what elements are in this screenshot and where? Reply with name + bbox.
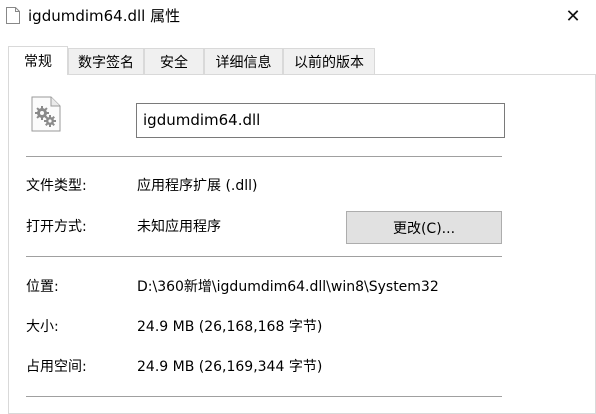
location-value: D:\360新增\igdumdim64.dll\win8\System32 <box>137 279 439 295</box>
tab-previous-versions[interactable]: 以前的版本 <box>283 48 375 74</box>
separator <box>26 396 502 397</box>
tab-security[interactable]: 安全 <box>144 48 204 74</box>
tab-general[interactable]: 常规 <box>8 46 68 75</box>
opens-with-value: 未知应用程序 <box>137 219 221 235</box>
tab-digital-signatures[interactable]: 数字签名 <box>68 48 144 74</box>
file-type-label: 文件类型: <box>26 178 87 194</box>
close-button[interactable]: ✕ <box>550 0 596 32</box>
size-value: 24.9 MB (26,168,168 字节) <box>137 319 323 335</box>
file-type-value: 应用程序扩展 (.dll) <box>137 178 258 194</box>
size-label: 大小: <box>26 319 59 335</box>
opens-with-label: 打开方式: <box>26 219 87 235</box>
title-bar: igdumdim64.dll 属性 ✕ <box>0 0 596 32</box>
gear-file-icon <box>31 96 61 132</box>
tab-strip: 常规 数字签名 安全 详细信息 以前的版本 <box>0 46 596 75</box>
change-button[interactable]: 更改(C)... <box>346 211 502 244</box>
close-icon: ✕ <box>565 5 581 27</box>
file-icon <box>6 7 20 24</box>
file-name-input[interactable]: igdumdim64.dll <box>136 103 505 138</box>
size-on-disk-label: 占用空间: <box>26 359 87 375</box>
location-label: 位置: <box>26 279 59 295</box>
separator <box>26 256 502 257</box>
separator <box>26 156 502 157</box>
window-title: igdumdim64.dll 属性 <box>28 7 181 25</box>
tab-details[interactable]: 详细信息 <box>204 48 283 74</box>
size-on-disk-value: 24.9 MB (26,169,344 字节) <box>137 359 323 375</box>
